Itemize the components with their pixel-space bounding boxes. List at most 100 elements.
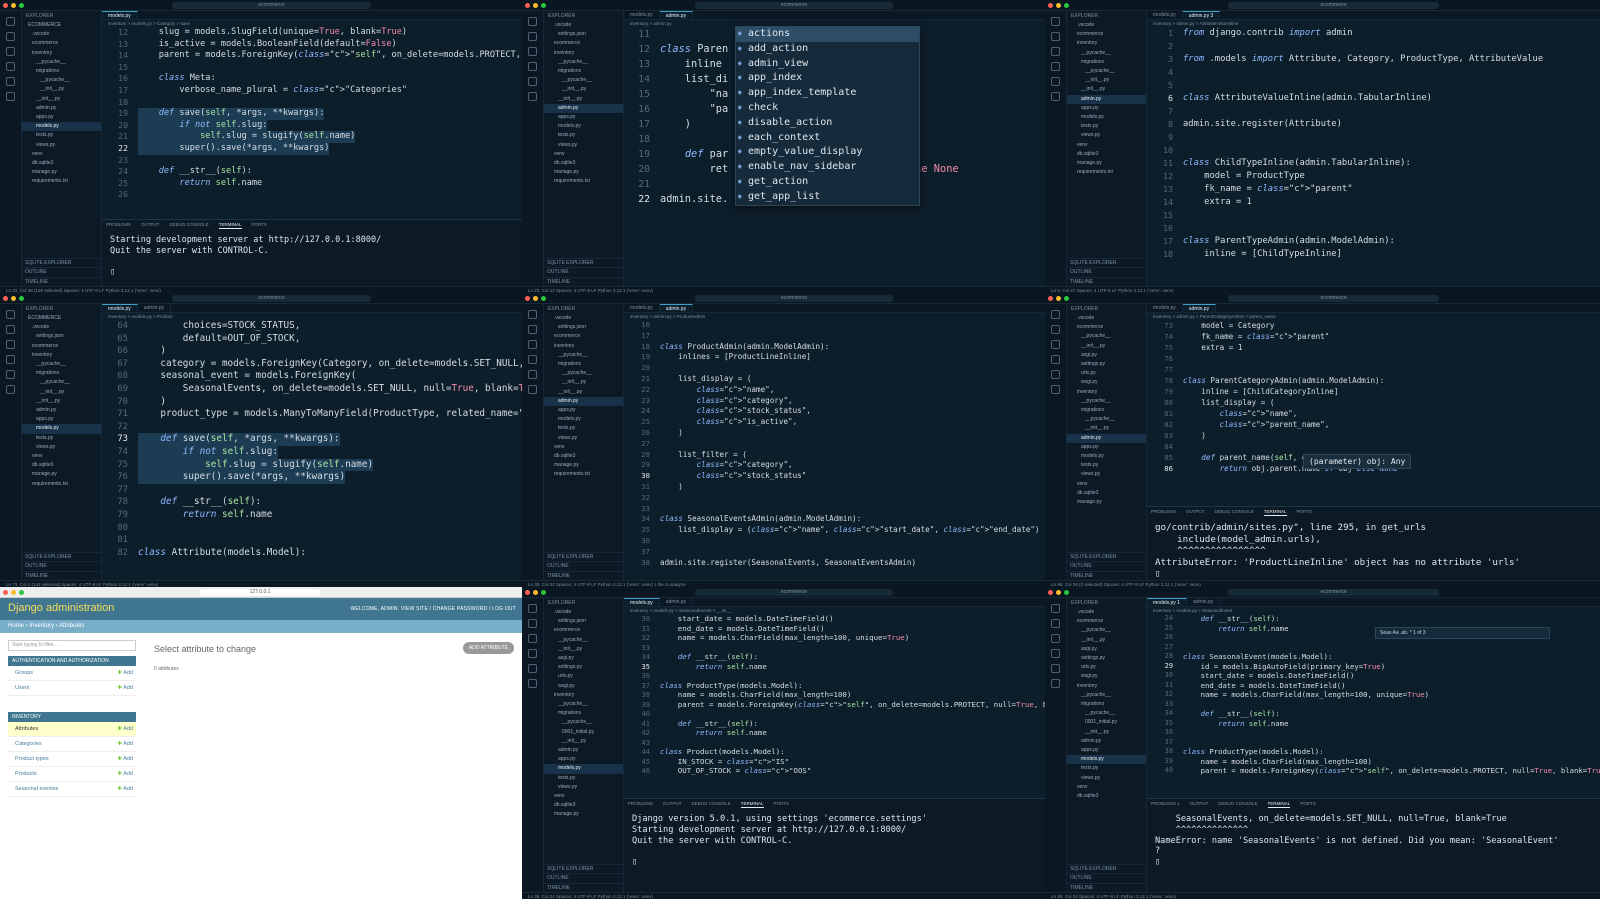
breadcrumb[interactable]: Home › Inventory › Attributes bbox=[0, 620, 522, 633]
terminal-output[interactable]: SeasonalEvents, on_delete=models.SET_NUL… bbox=[1147, 808, 1600, 868]
sidebar-section-sqlite-explorer[interactable]: SQLITE EXPLORER bbox=[544, 863, 623, 874]
panel-tab[interactable]: PROBLEMS bbox=[1151, 507, 1176, 516]
model-name[interactable]: Attributes bbox=[15, 726, 38, 732]
file-tree-item[interactable]: models.py bbox=[1067, 452, 1146, 461]
file-tree-item[interactable]: views.py bbox=[1067, 131, 1146, 140]
file-tree-item[interactable]: tests.py bbox=[544, 424, 623, 433]
add-attribute-button[interactable]: ADD ATTRIBUTE bbox=[462, 642, 514, 654]
sidebar-section-sqlite-explorer[interactable]: SQLITE EXPLORER bbox=[544, 551, 623, 562]
file-tree-item[interactable]: __init__.py bbox=[1067, 728, 1146, 737]
model-name[interactable]: Product types bbox=[15, 756, 49, 762]
file-tree-item[interactable]: apps.py bbox=[1067, 443, 1146, 452]
file-tree-item[interactable]: db.sqlite3 bbox=[544, 159, 623, 168]
file-tree-item[interactable]: tests.py bbox=[544, 774, 623, 783]
file-tree-item[interactable]: wsgi.py bbox=[1067, 378, 1146, 387]
file-tree-item[interactable]: __pycache__ bbox=[1067, 49, 1146, 58]
command-center-search[interactable]: ecommerce bbox=[172, 2, 371, 9]
file-tree-item[interactable]: db.sqlite3 bbox=[544, 452, 623, 461]
file-tree-item[interactable]: tests.py bbox=[1067, 461, 1146, 470]
explorer-icon[interactable] bbox=[528, 310, 537, 319]
file-tree-item[interactable]: inventory bbox=[1067, 682, 1146, 691]
file-tree-item[interactable]: tests.py bbox=[22, 434, 101, 443]
file-tree-item[interactable]: __init__.py bbox=[22, 397, 101, 406]
address-bar[interactable]: 127.0.0.1 bbox=[200, 589, 320, 596]
file-tree-item[interactable]: __init__.py bbox=[544, 645, 623, 654]
model-link[interactable]: Seasonal eventss Add bbox=[8, 782, 136, 797]
model-name[interactable]: Products bbox=[15, 771, 37, 777]
search-icon[interactable] bbox=[1051, 325, 1060, 334]
window-zoom-button[interactable] bbox=[1064, 590, 1069, 595]
source-control-icon[interactable] bbox=[6, 47, 15, 56]
window-zoom-button[interactable] bbox=[1064, 3, 1069, 8]
extensions-icon[interactable] bbox=[1051, 77, 1060, 86]
editor-tab[interactable]: models.py bbox=[1147, 304, 1183, 312]
sidebar-section-sqlite-explorer[interactable]: SQLITE EXPLORER bbox=[22, 551, 101, 562]
suggestion-item[interactable]: get_action bbox=[736, 175, 919, 190]
suggestion-item[interactable]: each_context bbox=[736, 131, 919, 146]
file-tree-item[interactable]: __pycache__ bbox=[544, 76, 623, 85]
search-icon[interactable] bbox=[1051, 32, 1060, 41]
file-tree-item[interactable]: manage.py bbox=[544, 168, 623, 177]
file-tree-item[interactable]: venv bbox=[1067, 141, 1146, 150]
database-icon[interactable] bbox=[6, 385, 15, 394]
file-tree-item[interactable]: db.sqlite3 bbox=[22, 159, 101, 168]
run-debug-icon[interactable] bbox=[528, 355, 537, 364]
run-debug-icon[interactable] bbox=[528, 62, 537, 71]
file-tree-item[interactable]: .vscode bbox=[544, 314, 623, 323]
file-tree-item[interactable]: urls.py bbox=[1067, 369, 1146, 378]
file-tree-item[interactable]: settings.json bbox=[544, 617, 623, 626]
suggestion-item[interactable]: app_index bbox=[736, 71, 919, 86]
editor-tab[interactable]: admin.py bbox=[660, 598, 694, 606]
file-tree-item[interactable]: models.py bbox=[1067, 755, 1146, 765]
file-tree-item[interactable]: .vscode bbox=[22, 30, 101, 39]
file-tree-item[interactable]: ecommerce bbox=[1067, 30, 1146, 39]
file-tree-item[interactable]: __init__.py bbox=[544, 388, 623, 397]
explorer-icon[interactable] bbox=[1051, 604, 1060, 613]
window-close-button[interactable] bbox=[1048, 3, 1053, 8]
panel-tab[interactable]: PORTS bbox=[1300, 799, 1315, 808]
file-tree-item[interactable]: venv bbox=[544, 150, 623, 159]
window-minimize-button[interactable] bbox=[1056, 296, 1061, 301]
model-link[interactable]: Product types Add bbox=[8, 752, 136, 767]
window-minimize-button[interactable] bbox=[11, 3, 16, 8]
sidebar-section-outline[interactable]: OUTLINE bbox=[1067, 267, 1146, 277]
file-tree-item[interactable]: db.sqlite3 bbox=[1067, 489, 1146, 498]
window-close-button[interactable] bbox=[3, 296, 8, 301]
file-tree-item[interactable]: venv bbox=[544, 443, 623, 452]
window-close-button[interactable] bbox=[1048, 590, 1053, 595]
source-control-icon[interactable] bbox=[1051, 634, 1060, 643]
add-link[interactable]: Add bbox=[117, 666, 133, 681]
file-tree-item[interactable]: views.py bbox=[544, 434, 623, 443]
extensions-icon[interactable] bbox=[528, 664, 537, 673]
database-icon[interactable] bbox=[1051, 679, 1060, 688]
sidebar-section-sqlite-explorer[interactable]: SQLITE EXPLORER bbox=[1067, 551, 1146, 562]
panel-tab[interactable]: DEBUG CONSOLE bbox=[1218, 799, 1257, 808]
suggestion-item[interactable]: empty_value_display bbox=[736, 145, 919, 160]
file-tree-item[interactable]: venv bbox=[544, 792, 623, 801]
file-tree-item[interactable]: migrations bbox=[22, 369, 101, 378]
database-icon[interactable] bbox=[528, 679, 537, 688]
file-tree-item[interactable]: __pycache__ bbox=[22, 58, 101, 67]
window-controls[interactable] bbox=[3, 296, 24, 301]
sidebar-section-outline[interactable]: OUTLINE bbox=[544, 873, 623, 883]
editor-tab[interactable]: admin.py bbox=[1182, 304, 1217, 312]
file-tree-item[interactable]: __pycache__ bbox=[1067, 626, 1146, 635]
file-tree-item[interactable]: manage.py bbox=[22, 470, 101, 479]
model-link[interactable]: Users Add bbox=[8, 681, 136, 696]
file-tree-item[interactable]: __pycache__ bbox=[544, 636, 623, 645]
file-tree-item[interactable]: requirements.txt bbox=[22, 480, 101, 489]
file-tree-item[interactable]: 0001_initial.py bbox=[1067, 718, 1146, 727]
explorer-icon[interactable] bbox=[1051, 310, 1060, 319]
file-tree-item[interactable]: apps.py bbox=[22, 415, 101, 424]
file-tree-item[interactable]: settings.py bbox=[544, 663, 623, 672]
file-tree-item[interactable]: ecommerce bbox=[544, 39, 623, 48]
model-name[interactable]: Groups bbox=[15, 670, 33, 676]
file-tree-item[interactable]: __init__.py bbox=[22, 95, 101, 104]
panel-tab[interactable]: TERMINAL bbox=[218, 220, 242, 229]
file-tree-item[interactable]: inventory bbox=[544, 342, 623, 351]
file-tree-item[interactable]: apps.py bbox=[544, 406, 623, 415]
editor-tab[interactable]: models.py bbox=[1147, 11, 1183, 19]
file-tree-item[interactable]: __init__.py bbox=[544, 85, 623, 94]
file-tree-item[interactable]: inventory bbox=[22, 351, 101, 360]
window-control-button[interactable] bbox=[19, 590, 24, 595]
